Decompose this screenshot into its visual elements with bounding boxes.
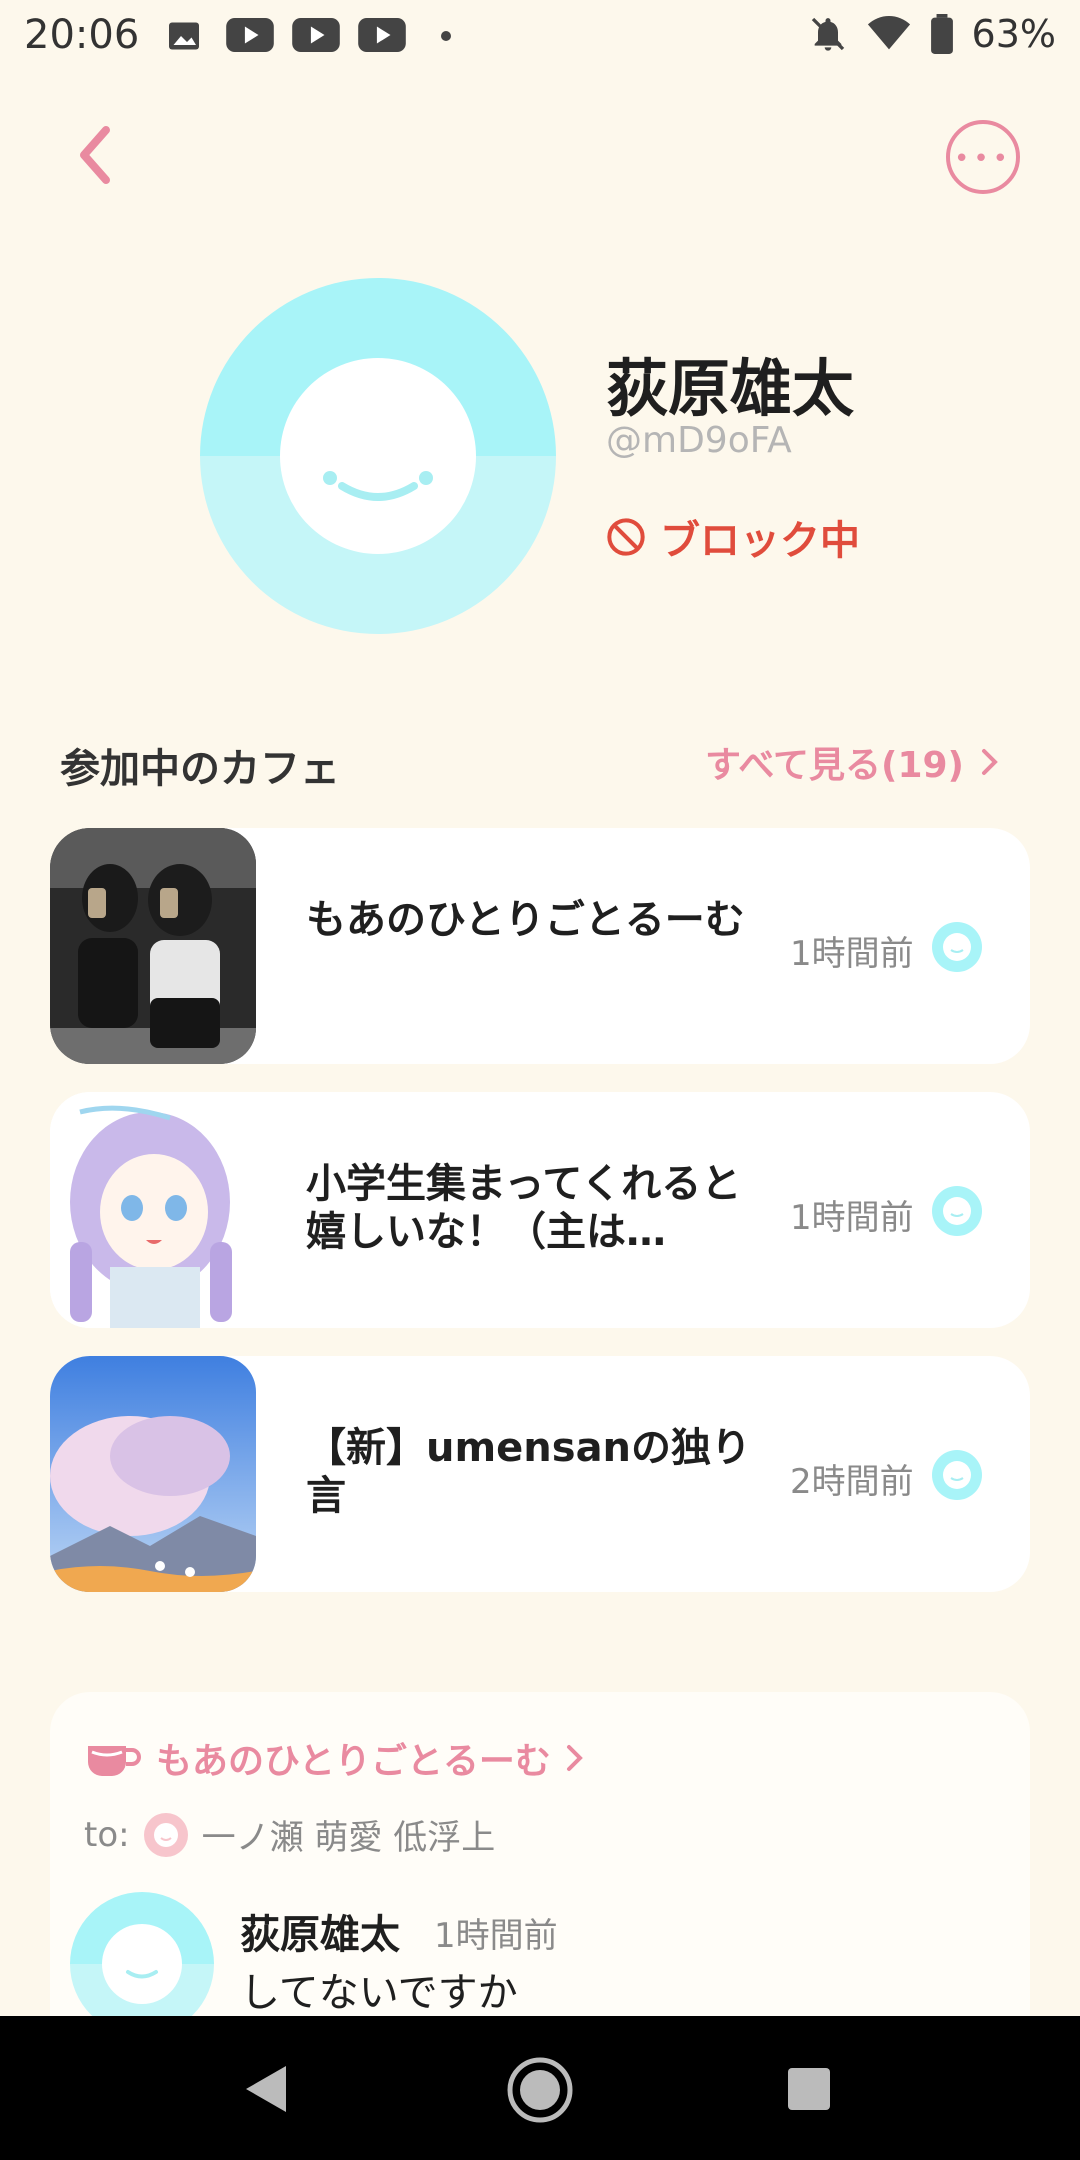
post-to-name: 一ノ瀬 萌愛 低浮上 [201, 1818, 496, 1858]
member-avatar [932, 922, 982, 972]
wifi-icon [867, 16, 910, 50]
battery-percent: 63% [971, 12, 1056, 56]
post-text: してないですか [240, 1970, 518, 2016]
profile-name: 荻原雄太 [606, 352, 855, 425]
youtube-icon [292, 18, 340, 52]
cafe-title: 【新】umensanの独り言 [306, 1425, 752, 1519]
cafe-title: 小学生集まってくれると嬉しいな！（主は… [306, 1161, 742, 1255]
cafe-time: 2時間前 [790, 1462, 914, 1502]
post-cafe-name: もあのひとりごとるーむ [156, 1741, 551, 1782]
see-all-label: すべて見る(19) [704, 745, 964, 786]
cafe-list-item[interactable]: 小学生集まってくれると嬉しいな！（主は… 1時間前 [50, 1092, 1030, 1328]
block-status: ブロック中 [606, 508, 860, 566]
cafe-time: 1時間前 [790, 934, 914, 974]
notification-dot-icon [441, 31, 451, 41]
post-recipient: to: 一ノ瀬 萌愛 低浮上 [84, 1810, 495, 1859]
youtube-icon [358, 18, 406, 52]
block-icon [607, 518, 645, 556]
youtube-icon [226, 18, 274, 52]
profile-avatar [200, 278, 556, 634]
nav-back-icon[interactable] [244, 2064, 288, 2114]
post-author-name: 荻原雄太 [240, 1912, 400, 1958]
more-dots-icon: ••• [953, 144, 1012, 174]
nav-home-icon[interactable] [506, 2056, 574, 2124]
chevron-right-icon [566, 1745, 583, 1771]
cafe-thumbnail [50, 1356, 256, 1592]
see-all-link[interactable]: すべて見る(19) [705, 736, 1000, 788]
post-cafe-link[interactable]: もあのひとりごとるーむ [84, 1732, 585, 1784]
post-to-label: to: [84, 1814, 130, 1855]
more-options-button[interactable]: ••• [946, 120, 1020, 194]
gallery-icon [169, 22, 199, 50]
chevron-right-icon [982, 749, 998, 775]
system-nav-bar [0, 2016, 1080, 2160]
cafe-list-item[interactable]: 【新】umensanの独り言 2時間前 [50, 1356, 1030, 1592]
post-author-avatar [70, 1892, 214, 2036]
back-arrow-icon[interactable] [70, 120, 120, 190]
status-time: 20:06 [24, 12, 140, 58]
battery-icon [930, 14, 953, 54]
section-title: 参加中のカフェ [60, 746, 340, 792]
profile-handle: @mD9oFA [606, 420, 792, 461]
post-time: 1時間前 [434, 1916, 558, 1956]
nav-recents-icon[interactable] [786, 2066, 832, 2112]
status-bar: 20:06 63% [0, 0, 1080, 72]
recipient-avatar [143, 1812, 188, 1857]
member-avatar [932, 1450, 982, 1500]
cafe-time: 1時間前 [790, 1198, 914, 1238]
cafe-cup-icon [88, 1746, 141, 1776]
block-status-label: ブロック中 [660, 518, 860, 564]
notifications-off-icon [811, 17, 844, 51]
cafe-title: もあのひとりごとるーむ [306, 897, 745, 943]
cafe-thumbnail [50, 828, 256, 1064]
member-avatar [932, 1186, 982, 1236]
status-right: 63% [808, 12, 1056, 56]
cafe-list-item[interactable]: もあのひとりごとるーむ 1時間前 [50, 828, 1030, 1064]
cafe-thumbnail [50, 1092, 256, 1328]
